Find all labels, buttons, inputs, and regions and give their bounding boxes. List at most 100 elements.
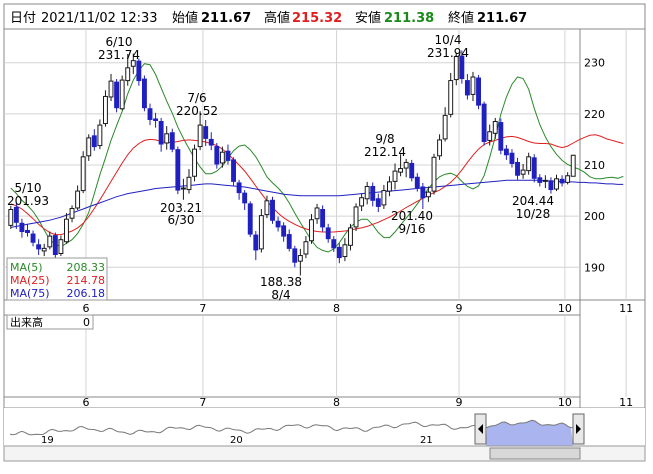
candle-body — [331, 239, 337, 249]
low-label: 安値 — [355, 10, 381, 26]
y-tick-label-210: 210 — [584, 159, 605, 172]
date-value: 2021/11/02 12:33 — [41, 11, 158, 26]
candle-body — [270, 199, 275, 221]
candle-body — [236, 182, 242, 194]
candle-body — [64, 218, 69, 243]
candle — [175, 146, 181, 195]
candle-body — [398, 168, 404, 173]
candle-body — [353, 206, 359, 228]
candle-body — [114, 81, 120, 109]
candle-body — [253, 234, 259, 251]
annotation-date: 10/4 — [435, 33, 462, 47]
candle — [476, 74, 481, 110]
y-tick-label-200: 200 — [584, 210, 605, 223]
annotation-value: 204.44 — [512, 194, 554, 208]
candle-body — [214, 146, 220, 165]
candle-body — [565, 175, 571, 183]
candle-body — [392, 170, 398, 182]
annotation-value: 188.38 — [260, 275, 302, 289]
candle — [8, 205, 14, 229]
annotation-value: 231.74 — [98, 48, 140, 62]
x-tick-label-bottom-7: 7 — [199, 396, 206, 409]
candle — [258, 208, 264, 253]
open-value: 211.67 — [201, 11, 251, 26]
candle-body — [286, 234, 292, 249]
candle-body — [275, 220, 281, 228]
volume-value: 0 — [83, 316, 90, 329]
candle-body — [498, 122, 504, 151]
candle-body — [548, 180, 554, 191]
candle-body — [325, 227, 331, 240]
candle-body — [125, 67, 131, 82]
legend-ma5-value: 208.33 — [67, 261, 106, 274]
candle-body — [264, 200, 270, 216]
candle-body — [320, 209, 326, 228]
candle-body — [559, 178, 565, 184]
candle-body — [80, 156, 86, 192]
y-tick-label-190: 190 — [584, 261, 605, 274]
candle-body — [52, 235, 58, 256]
candle-body — [119, 79, 125, 110]
candle-body — [8, 209, 14, 226]
candle-body — [86, 137, 92, 157]
overview-navigator[interactable]: 19 20 21 — [3, 408, 646, 462]
candle-body — [448, 80, 454, 115]
candle-body — [503, 148, 509, 156]
candle-body — [342, 244, 348, 258]
candle-body — [537, 177, 543, 183]
overview-scrollbar-thumb[interactable] — [489, 447, 581, 460]
candle-body — [231, 159, 236, 182]
candle-body — [303, 241, 309, 255]
candle-body — [281, 225, 287, 237]
annotation-date: 6/10 — [106, 35, 133, 49]
candle-body — [297, 255, 303, 262]
x-tick-label-bottom-8: 8 — [333, 396, 340, 409]
x-tick-label-6: 6 — [82, 302, 89, 315]
candle-body — [91, 135, 97, 148]
candle-body — [509, 152, 515, 164]
candle-body — [554, 178, 559, 190]
candle-body — [47, 235, 53, 248]
candle-body — [520, 169, 526, 175]
candle-body — [431, 156, 437, 192]
candle-body — [414, 176, 420, 189]
annotation-date: 9/8 — [375, 132, 394, 146]
candle — [119, 75, 125, 111]
candle-body — [13, 206, 19, 223]
candle-body — [470, 76, 476, 95]
candle-body — [453, 56, 459, 81]
candle-body — [487, 131, 493, 141]
candle-body — [203, 126, 209, 139]
overview-label-20: 20 — [230, 435, 243, 446]
candle-body — [364, 185, 370, 200]
candle — [481, 101, 487, 146]
candle-body — [387, 181, 392, 192]
candle-body — [197, 124, 203, 148]
x-tick-label-8: 8 — [333, 302, 340, 315]
candle — [431, 153, 437, 195]
candle-body — [225, 150, 231, 161]
annotation-value: 201.40 — [391, 209, 433, 223]
candle-body — [409, 162, 415, 179]
candle-body — [186, 176, 192, 191]
annotation-value: 220.52 — [176, 104, 218, 118]
legend-ma5-label: MA(5) — [10, 261, 43, 274]
annotation-date: 9/16 — [399, 222, 426, 236]
candle — [409, 159, 415, 182]
candle-body — [97, 124, 103, 147]
candle — [192, 144, 197, 182]
close-label: 終値 — [448, 10, 474, 26]
candle-body — [147, 108, 153, 120]
y-tick-label-220: 220 — [584, 108, 605, 121]
candle-body — [570, 154, 576, 177]
candle — [531, 154, 537, 183]
chart-canvas: 5/10201.936/10231.74203.216/307/6220.521… — [3, 3, 646, 462]
date-label: 日付 — [10, 11, 36, 26]
candle-body — [164, 133, 170, 144]
candle-body — [531, 157, 537, 179]
x-tick-label-bottom-9: 9 — [456, 396, 463, 409]
candle-body — [136, 60, 142, 82]
candle-body — [492, 121, 498, 134]
candle-body — [403, 161, 409, 169]
candle-body — [348, 227, 353, 246]
